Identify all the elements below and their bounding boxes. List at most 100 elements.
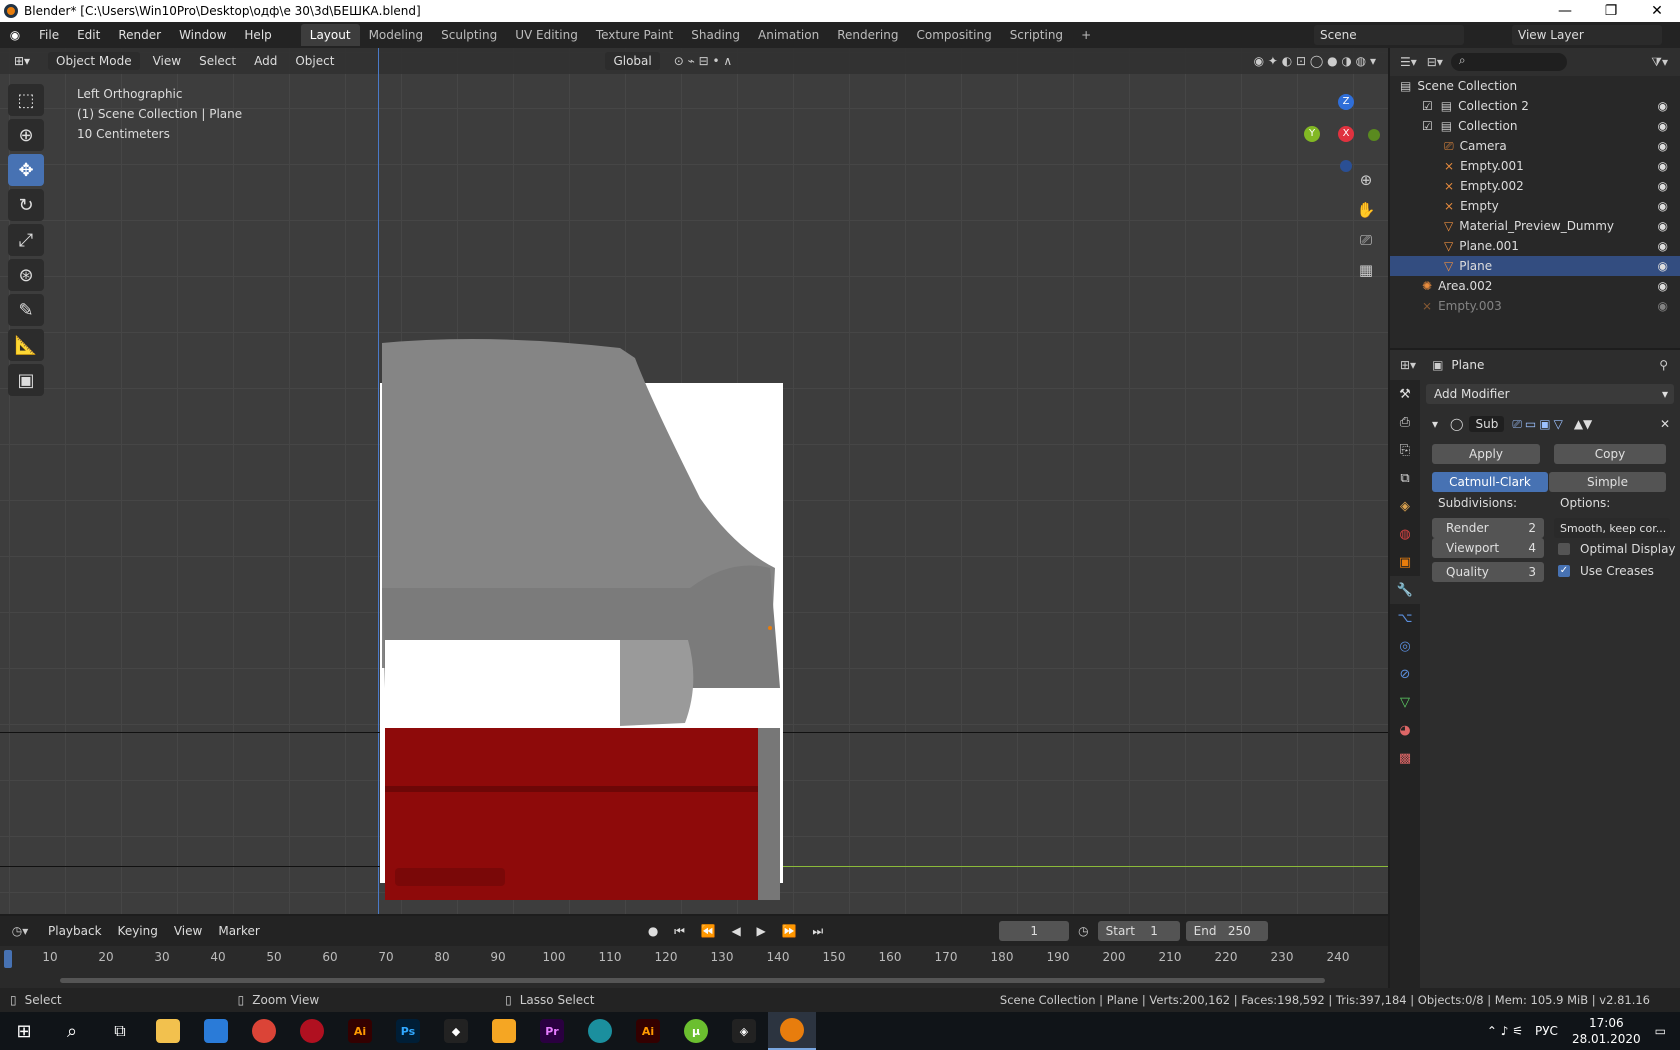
tab-animation[interactable]: Animation: [749, 24, 828, 46]
add-modifier-dropdown[interactable]: Add Modifier ▾: [1426, 384, 1674, 404]
outliner-item[interactable]: ☑ ▤ Collection ◉: [1390, 116, 1680, 136]
add-workspace-button[interactable]: +: [1072, 24, 1100, 46]
menu-file[interactable]: File: [30, 28, 68, 42]
remove-modifier-icon[interactable]: ✕: [1660, 417, 1670, 431]
move-up-icon[interactable]: ▲▼: [1574, 417, 1592, 431]
end-frame[interactable]: End 250: [1185, 921, 1268, 941]
collapse-icon[interactable]: ▾: [1432, 417, 1438, 431]
store-icon[interactable]: [192, 1012, 240, 1050]
visibility-eye-icon[interactable]: ◉: [1658, 119, 1668, 133]
tab-modeling[interactable]: Modeling: [360, 24, 433, 46]
utorrent-icon[interactable]: µ: [672, 1012, 720, 1050]
menu-select[interactable]: Select: [190, 54, 245, 68]
render-levels-field[interactable]: Render 2: [1432, 518, 1544, 538]
tab-scripting[interactable]: Scripting: [1001, 24, 1072, 46]
outliner-item[interactable]: ⨯ Empty ◉: [1390, 196, 1680, 216]
gizmo-neg-y[interactable]: [1368, 129, 1380, 141]
tab-uv-editing[interactable]: UV Editing: [506, 24, 587, 46]
menu-edit[interactable]: Edit: [68, 28, 109, 42]
visibility-eye-icon[interactable]: ◉: [1658, 199, 1668, 213]
constraints-tab-icon[interactable]: ⊘: [1390, 660, 1420, 688]
modifier-name-field[interactable]: Sub: [1469, 416, 1505, 432]
outliner-item[interactable]: ▽ Plane ◉: [1390, 256, 1680, 276]
outliner-item[interactable]: ⨯ Empty.001 ◉: [1390, 156, 1680, 176]
outliner-item[interactable]: ☑ ▤ Collection 2 ◉: [1390, 96, 1680, 116]
timeline-editor-icon[interactable]: ◷▾: [0, 924, 40, 938]
display-mode-icon[interactable]: ⊟▾: [1427, 55, 1443, 69]
photoshop-icon[interactable]: Ps: [384, 1012, 432, 1050]
viewport-levels-field[interactable]: Viewport 4: [1432, 538, 1544, 558]
data-tab-icon[interactable]: ▽: [1390, 688, 1420, 716]
3d-viewport[interactable]: ⊞▾ Object Mode View Select Add Object Gl…: [0, 48, 1388, 914]
tab-shading[interactable]: Shading: [682, 24, 749, 46]
mode-dropdown[interactable]: Object Mode: [48, 52, 140, 70]
gizmo-z[interactable]: Z: [1338, 94, 1354, 110]
tab-compositing[interactable]: Compositing: [907, 24, 1000, 46]
use-creases-checkbox[interactable]: ✓ Use Creases: [1558, 564, 1654, 578]
world-tab-icon[interactable]: ◍: [1390, 520, 1420, 548]
visibility-eye-icon[interactable]: ◉: [1658, 139, 1668, 153]
select-box-icon[interactable]: ⬚: [8, 84, 44, 116]
view-layer-selector[interactable]: View Layer: [1512, 25, 1662, 45]
render-tab-icon[interactable]: ⎙: [1390, 408, 1420, 436]
object-tab-icon[interactable]: ▣: [1390, 548, 1420, 576]
menu-keying[interactable]: Keying: [110, 924, 166, 938]
add-cube-icon[interactable]: ▣: [8, 364, 44, 396]
menu-playback[interactable]: Playback: [40, 924, 110, 938]
quality-field[interactable]: Quality 3: [1432, 562, 1544, 582]
tool-tab-icon[interactable]: ⚒: [1390, 380, 1420, 408]
menu-marker[interactable]: Marker: [210, 924, 267, 938]
illustrator-2-icon[interactable]: Ai: [624, 1012, 672, 1050]
particles-tab-icon[interactable]: ⌥: [1390, 604, 1420, 632]
scene-tab-icon[interactable]: ◈: [1390, 492, 1420, 520]
tab-sculpting[interactable]: Sculpting: [432, 24, 506, 46]
file-explorer-icon[interactable]: [144, 1012, 192, 1050]
outliner-item[interactable]: ▤ Scene Collection: [1390, 76, 1680, 96]
gizmo-neg-z[interactable]: [1340, 160, 1352, 172]
start-frame[interactable]: Start 1: [1097, 921, 1180, 941]
premiere-icon[interactable]: Pr: [528, 1012, 576, 1050]
tab-layout[interactable]: Layout: [300, 24, 360, 46]
scale-icon[interactable]: ⤢: [8, 224, 44, 256]
task-view-icon[interactable]: ⧉: [96, 1012, 144, 1050]
outliner-item[interactable]: ✺ Area.002 ◉: [1390, 276, 1680, 296]
current-frame[interactable]: 1: [999, 921, 1070, 941]
move-icon[interactable]: ✥: [8, 154, 44, 186]
pan-hand-icon[interactable]: ✋: [1352, 196, 1380, 224]
navigation-gizmo[interactable]: Z X Y: [1302, 92, 1382, 172]
maximize-button[interactable]: ❐: [1588, 3, 1634, 19]
windows-start-icon[interactable]: ⊞: [0, 1012, 48, 1050]
teal-app-icon[interactable]: [576, 1012, 624, 1050]
catmull-clark-button[interactable]: Catmull-Clark: [1432, 472, 1548, 492]
tray-icons[interactable]: ⌃ ♪ ⚟: [1487, 1024, 1523, 1038]
chrome-icon[interactable]: [240, 1012, 288, 1050]
shading-icons[interactable]: ◉ ✦ ◐ ⊡ ◯ ● ◑ ◍ ▾: [1254, 54, 1376, 68]
uv-smooth-dropdown[interactable]: Smooth, keep cor...: [1554, 518, 1670, 538]
visibility-eye-icon[interactable]: ◉: [1658, 179, 1668, 193]
physics-tab-icon[interactable]: ◎: [1390, 632, 1420, 660]
inkscape-icon[interactable]: ◆: [432, 1012, 480, 1050]
tab-texture-paint[interactable]: Texture Paint: [587, 24, 682, 46]
scene-selector[interactable]: Scene: [1314, 25, 1464, 45]
outliner-item[interactable]: ⨯ Empty.003 ◉: [1390, 296, 1680, 316]
clock[interactable]: 17:06 28.01.2020: [1572, 1015, 1641, 1047]
transform-icon[interactable]: ⊛: [8, 259, 44, 291]
timeline[interactable]: ◷▾ Playback Keying View Marker ● ⏮ ⏪ ◀ ▶…: [0, 916, 1388, 988]
output-tab-icon[interactable]: ⎘: [1390, 436, 1420, 464]
editor-type-icon[interactable]: ⊞▾: [0, 54, 44, 68]
cursor-icon[interactable]: ⊕: [8, 119, 44, 151]
outliner-search[interactable]: ⌕: [1450, 53, 1567, 71]
notifications-icon[interactable]: ▭: [1655, 1024, 1666, 1038]
media-app-icon[interactable]: [480, 1012, 528, 1050]
zoom-icon[interactable]: ⊕: [1352, 166, 1380, 194]
visibility-eye-icon[interactable]: ◉: [1658, 239, 1668, 253]
language-indicator[interactable]: РУС: [1535, 1024, 1558, 1038]
clock-icon[interactable]: ◷: [1078, 924, 1088, 938]
visibility-eye-icon[interactable]: ◉: [1658, 259, 1668, 273]
pin-icon[interactable]: ⚲: [1659, 358, 1668, 372]
collection-checkbox[interactable]: ☑: [1422, 99, 1433, 113]
camera-view-icon[interactable]: ⎚: [1352, 226, 1380, 254]
copy-button[interactable]: Copy: [1554, 444, 1666, 464]
measure-icon[interactable]: 📐: [8, 329, 44, 361]
close-button[interactable]: ✕: [1634, 3, 1680, 19]
